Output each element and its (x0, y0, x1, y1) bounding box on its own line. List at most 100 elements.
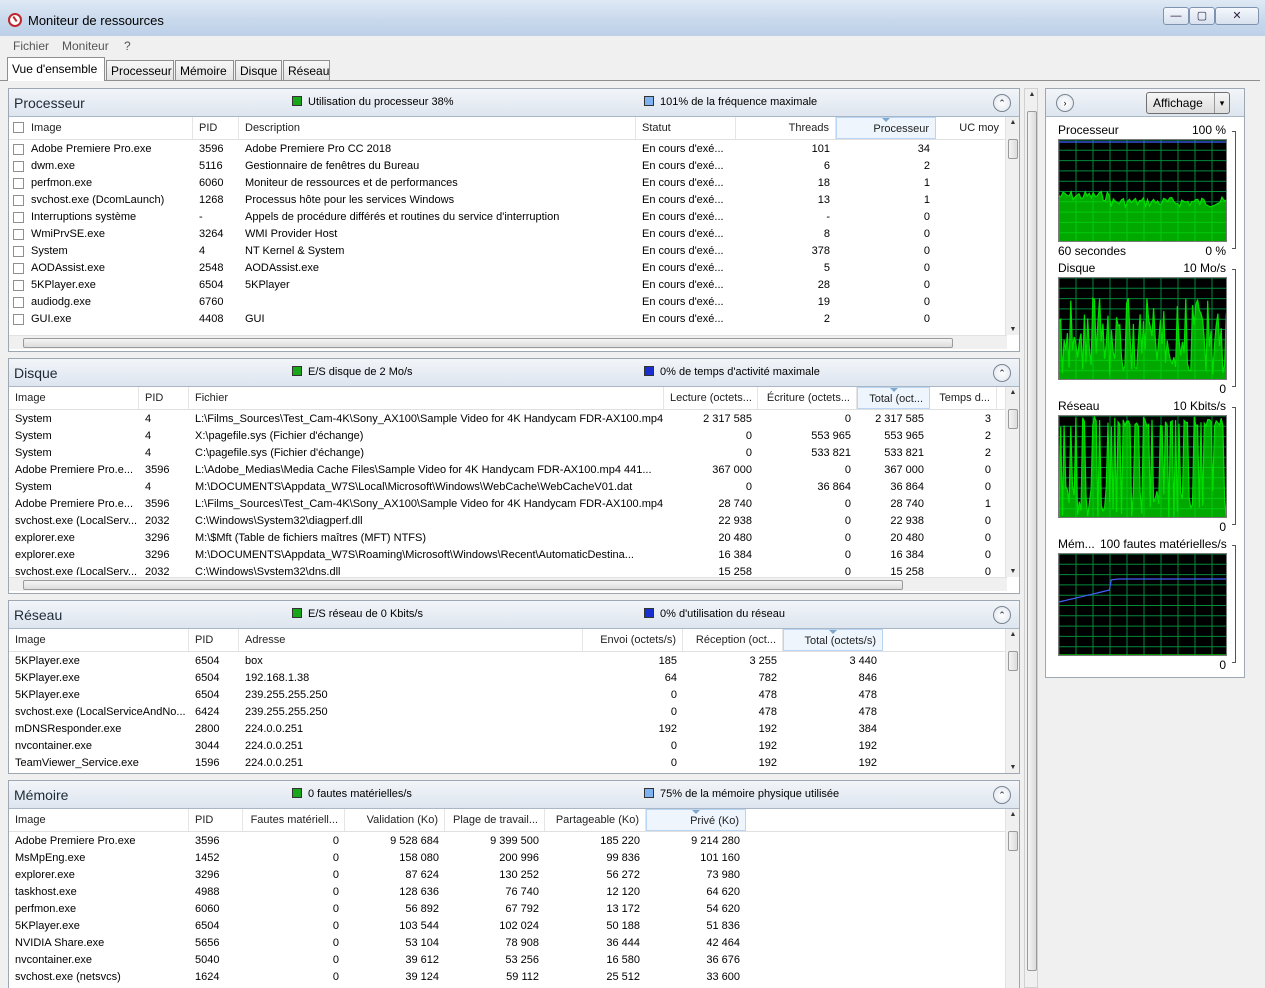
network-panel-header[interactable]: Réseau E/S réseau de 0 Kbits/s 0% d'util… (9, 601, 1019, 629)
disk-table-row[interactable]: System 4 M:\DOCUMENTS\Appdata_W7S\Local\Mi… (9, 479, 1007, 496)
cpu-col-threads[interactable]: Threads (736, 117, 836, 139)
main-scroll-thumb[interactable] (1027, 111, 1037, 971)
disk-hscroll-thumb[interactable] (23, 580, 903, 590)
memory-table-row[interactable]: 5KPlayer.exe 6504 0 103 544 102 024 50 188 51 … (9, 918, 1007, 935)
disk-collapse-button[interactable]: ⌃ (993, 364, 1011, 382)
cpu-col-image[interactable]: Image (25, 117, 193, 139)
disk-horizontal-scrollbar[interactable] (9, 577, 1007, 591)
close-button[interactable]: ✕ (1215, 7, 1259, 25)
views-button[interactable]: Affichage ▾ (1146, 92, 1230, 114)
scroll-down-icon[interactable]: ▼ (1006, 764, 1019, 771)
disk-col-file[interactable]: Fichier (189, 387, 664, 409)
cpu-collapse-button[interactable]: ⌃ (993, 94, 1011, 112)
cpu-col-status[interactable]: Statut (636, 117, 736, 139)
disk-table-row[interactable]: System 4 C:\pagefile.sys (Fichier d'échang… (9, 445, 1007, 462)
network-table-row[interactable]: svchost.exe (LocalServiceAndNo... 6424 239… (9, 704, 1007, 721)
title-bar[interactable]: Moniteur de ressources — ▢ ✕ (0, 0, 1265, 36)
network-collapse-button[interactable]: ⌃ (993, 606, 1011, 624)
cpu-hscroll-thumb[interactable] (23, 338, 953, 348)
disk-table-row[interactable]: svchost.exe (LocalServ... 2032 C:\Windows\… (9, 513, 1007, 530)
chevron-down-icon[interactable]: ▾ (1214, 93, 1229, 113)
disk-vertical-scrollbar[interactable]: ▲ ▼ (1005, 387, 1019, 577)
memory-table-row[interactable]: svchost.exe (netsvcs) 1624 0 39 124 59 112 25… (9, 969, 1007, 986)
cpu-row-checkbox[interactable] (13, 246, 24, 257)
cpu-table-row[interactable]: GUI.exe 4408 GUI En cours d'exé... 2 0 (9, 311, 1007, 328)
memory-table-row[interactable]: perfmon.exe 6060 0 56 892 67 792 13 172 54 620 (9, 901, 1007, 918)
network-col-total[interactable]: Total (octets/s) (783, 629, 883, 651)
scroll-down-icon[interactable]: ▼ (1006, 326, 1019, 333)
disk-table-row[interactable]: System 4 X:\pagefile.sys (Fichier d'échang… (9, 428, 1007, 445)
cpu-table-row[interactable]: 5KPlayer.exe 6504 5KPlayer En cours d'exé..… (9, 277, 1007, 294)
disk-table-row[interactable]: explorer.exe 3296 M:\$Mft (Table de fichie… (9, 530, 1007, 547)
memory-table-row[interactable]: explorer.exe 3296 0 87 624 130 252 56 272 73 9… (9, 867, 1007, 884)
network-col-image[interactable]: Image (9, 629, 189, 651)
memory-collapse-button[interactable]: ⌃ (993, 786, 1011, 804)
network-col-address[interactable]: Adresse (239, 629, 583, 651)
minimize-button[interactable]: — (1163, 7, 1189, 25)
cpu-table-row[interactable]: AODAssist.exe 2548 AODAssist.exe En cours d… (9, 260, 1007, 277)
cpu-table-row[interactable]: audiodg.exe 6760 En cours d'exé... 19 0 (9, 294, 1007, 311)
disk-table-row[interactable]: Adobe Premiere Pro.e... 3596 L:\Films_Sour… (9, 496, 1007, 513)
cpu-table-row[interactable]: perfmon.exe 6060 Moniteur de ressources et… (9, 175, 1007, 192)
cpu-table-row[interactable]: dwm.exe 5116 Gestionnaire de fenêtres du B… (9, 158, 1007, 175)
disk-table-row[interactable]: explorer.exe 3296 M:\DOCUMENTS\Appdata_W7S… (9, 547, 1007, 564)
tab-processor[interactable]: Processeur (106, 60, 174, 80)
memory-table-row[interactable]: NVIDIA Share.exe 5656 0 53 104 78 908 36 444 4… (9, 935, 1007, 952)
cpu-col-avg[interactable]: UC moy (936, 117, 1006, 139)
network-col-receive[interactable]: Réception (oct... (683, 629, 783, 651)
scroll-up-icon[interactable]: ▲ (1006, 811, 1019, 818)
disk-col-total[interactable]: Total (oct... (857, 387, 930, 409)
cpu-row-checkbox[interactable] (13, 297, 24, 308)
cpu-row-checkbox[interactable] (13, 178, 24, 189)
disk-table-row[interactable]: System 4 L:\Films_Sources\Test_Cam-4K\Sony… (9, 411, 1007, 428)
cpu-row-checkbox[interactable] (13, 229, 24, 240)
disk-col-response[interactable]: Temps d... (930, 387, 997, 409)
scroll-up-icon[interactable]: ▲ (1006, 631, 1019, 638)
disk-table-row[interactable]: Adobe Premiere Pro.e... 3596 L:\Adobe_Medi… (9, 462, 1007, 479)
network-table-row[interactable]: mDNSResponder.exe 2800 224.0.0.251 192 192 38… (9, 721, 1007, 738)
memory-scroll-thumb[interactable] (1008, 831, 1018, 851)
network-col-pid[interactable]: PID (189, 629, 239, 651)
tab-network[interactable]: Réseau (283, 60, 330, 80)
cpu-vertical-scrollbar[interactable]: ▲ ▼ (1005, 117, 1019, 335)
cpu-row-checkbox[interactable] (13, 263, 24, 274)
memory-col-hard-faults[interactable]: Fautes matériell... (243, 809, 345, 831)
maximize-button[interactable]: ▢ (1189, 7, 1215, 25)
scroll-down-icon[interactable]: ▼ (1006, 568, 1019, 575)
cpu-panel-header[interactable]: Processeur Utilisation du processeur 38%… (9, 89, 1019, 117)
cpu-row-checkbox[interactable] (13, 195, 24, 206)
cpu-row-checkbox[interactable] (13, 314, 24, 325)
disk-panel-header[interactable]: Disque E/S disque de 2 Mo/s 0% de temps … (9, 359, 1019, 387)
disk-col-write[interactable]: Écriture (octets... (758, 387, 857, 409)
tab-disk[interactable]: Disque (235, 60, 282, 80)
cpu-select-all-checkbox[interactable] (13, 122, 24, 133)
network-table-row[interactable]: 5KPlayer.exe 6504 239.255.255.250 0 478 478 (9, 687, 1007, 704)
memory-col-shareable[interactable]: Partageable (Ko) (545, 809, 646, 831)
memory-col-working-set[interactable]: Plage de travail... (445, 809, 545, 831)
disk-col-read[interactable]: Lecture (octets... (664, 387, 758, 409)
cpu-table-row[interactable]: Adobe Premiere Pro.exe 3596 Adobe Premiere… (9, 141, 1007, 158)
cpu-row-checkbox[interactable] (13, 212, 24, 223)
cpu-col-description[interactable]: Description (239, 117, 636, 139)
memory-table-row[interactable]: Adobe Premiere Pro.exe 3596 0 9 528 684 9 39… (9, 833, 1007, 850)
disk-table-row[interactable]: svchost.exe (LocalServ... 2032 C:\Windows\… (9, 564, 1007, 575)
network-col-send[interactable]: Envoi (octets/s) (583, 629, 683, 651)
scroll-up-icon[interactable]: ▲ (1006, 119, 1019, 126)
cpu-table-row[interactable]: System 4 NT Kernel & System En cours d'exé.… (9, 243, 1007, 260)
memory-panel-header[interactable]: Mémoire 0 fautes matérielles/s 75% de la… (9, 781, 1019, 809)
memory-vertical-scrollbar[interactable]: ▲ (1005, 809, 1019, 988)
network-table-row[interactable]: nvcontainer.exe 3044 224.0.0.251 0 192 192 (9, 738, 1007, 755)
network-table-row[interactable]: TeamViewer_Service.exe 1596 224.0.0.251 0 19… (9, 755, 1007, 772)
memory-table-row[interactable]: nvcontainer.exe 5040 0 39 612 53 256 16 580 36… (9, 952, 1007, 969)
expand-arrow-icon[interactable]: › (1056, 94, 1074, 112)
scroll-up-icon[interactable]: ▲ (1006, 389, 1019, 396)
main-vertical-scrollbar[interactable]: ▲ (1024, 88, 1038, 988)
cpu-row-checkbox[interactable] (13, 161, 24, 172)
scroll-up-icon[interactable]: ▲ (1025, 91, 1039, 98)
memory-col-commit[interactable]: Validation (Ko) (345, 809, 445, 831)
tab-memory[interactable]: Mémoire (175, 60, 234, 80)
network-vertical-scrollbar[interactable]: ▲ ▼ (1005, 629, 1019, 773)
cpu-table-row[interactable]: svchost.exe (DcomLaunch) 1268 Processus hô… (9, 192, 1007, 209)
memory-table-row[interactable]: MsMpEng.exe 1452 0 158 080 200 996 99 836 101 … (9, 850, 1007, 867)
menu-monitor[interactable]: Moniteur (62, 39, 109, 53)
